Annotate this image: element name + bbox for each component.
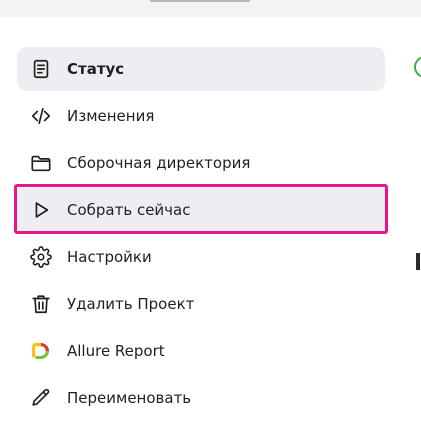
allure-logo-icon (30, 340, 52, 362)
sidebar-nav: Статус Изменения Сборочная директория Со… (14, 47, 388, 423)
sidebar-item-label: Allure Report (67, 342, 165, 360)
sidebar-item-changes[interactable]: Изменения (17, 94, 385, 138)
sidebar-item-rename[interactable]: Переименовать (17, 376, 385, 420)
sidebar-item-build-now[interactable]: Собрать сейчас (14, 184, 388, 234)
sidebar-item-allure-report[interactable]: Allure Report (17, 329, 385, 373)
status-indicator (414, 56, 421, 78)
sidebar-item-label: Собрать сейчас (67, 201, 191, 219)
sidebar-item-label: Изменения (67, 107, 155, 125)
sidebar-item-label: Сборочная директория (67, 154, 251, 172)
sidebar-item-label: Переименовать (67, 389, 192, 407)
sidebar-item-delete-project[interactable]: Удалить Проект (17, 282, 385, 326)
trash-icon (30, 293, 52, 315)
top-bar-fragment (150, 0, 250, 2)
content-fragment (416, 253, 420, 270)
sidebar-item-label: Удалить Проект (67, 295, 195, 313)
sidebar-item-status[interactable]: Статус (17, 47, 385, 91)
top-bar (0, 0, 421, 17)
code-icon (30, 105, 52, 127)
gear-icon (30, 246, 52, 268)
sidebar-item-build-directory[interactable]: Сборочная директория (17, 141, 385, 185)
document-icon (30, 58, 52, 80)
sidebar-item-label: Настройки (67, 248, 152, 266)
folder-icon (30, 152, 52, 174)
play-icon (30, 199, 52, 221)
sidebar-item-settings[interactable]: Настройки (17, 235, 385, 279)
pencil-icon (30, 387, 52, 409)
sidebar-item-label: Статус (67, 60, 125, 78)
